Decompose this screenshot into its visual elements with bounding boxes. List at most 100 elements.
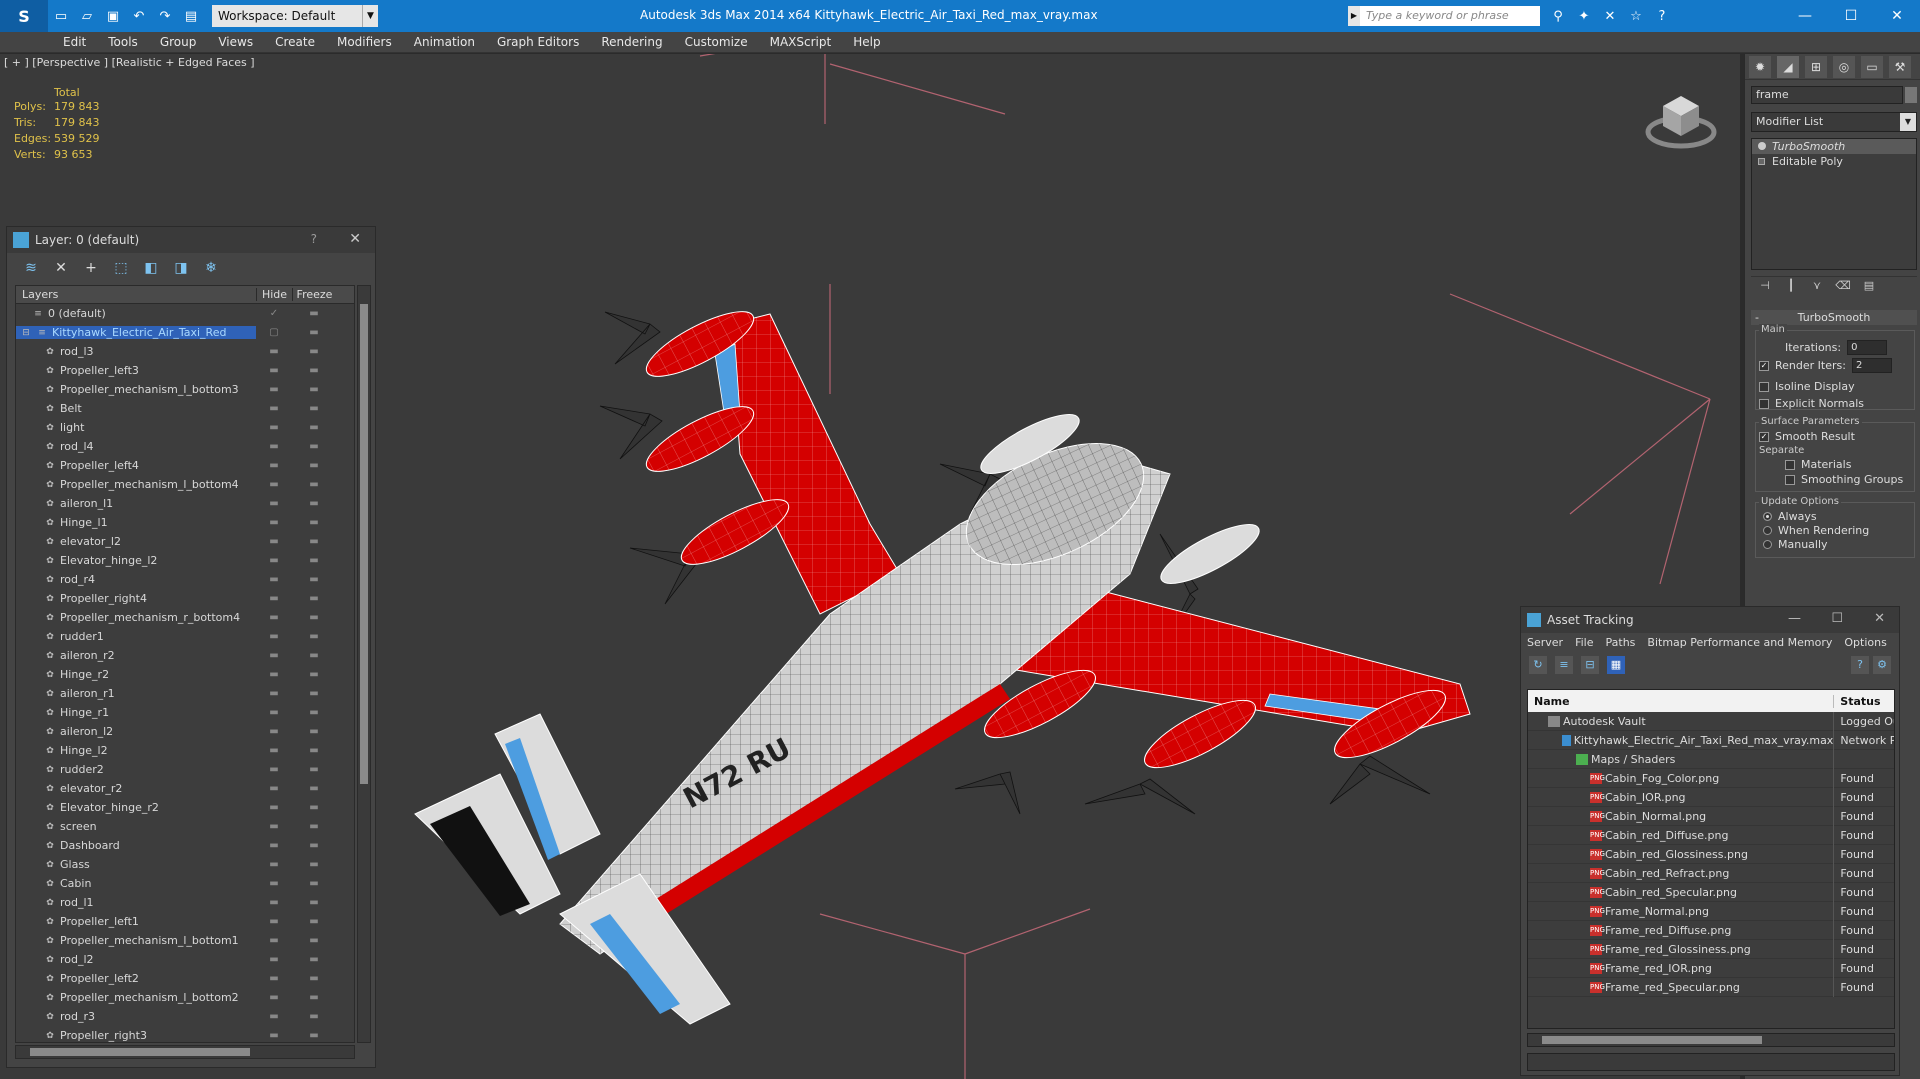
hide-toggle[interactable]: ▬ (256, 992, 292, 1003)
smoothing-groups-row[interactable]: Smoothing Groups (1785, 473, 1903, 486)
layer-object-row[interactable]: ✿ light ▬ ▬ (16, 418, 354, 437)
column-name[interactable]: Name (1528, 694, 1835, 708)
freeze-toggle[interactable]: ▬ (292, 935, 336, 946)
hide-toggle[interactable]: ▬ (256, 954, 292, 965)
manually-radio[interactable] (1763, 540, 1772, 549)
hide-toggle[interactable]: ▬ (256, 460, 292, 471)
asset-row[interactable]: PNG Cabin_red_Refract.png Found (1528, 863, 1894, 883)
menu-rendering[interactable]: Rendering (590, 32, 673, 53)
freeze-toggle[interactable]: ▬ (292, 365, 336, 376)
scroll-thumb[interactable] (360, 304, 368, 784)
freeze-toggle[interactable]: ▬ (292, 479, 336, 490)
layer-object-row[interactable]: ✿ Propeller_mechanism_l_bottom3 ▬ ▬ (16, 380, 354, 399)
smooth-result-row[interactable]: ✓ Smooth Result (1759, 430, 1855, 443)
layer-object-row[interactable]: ✿ rod_l2 ▬ ▬ (16, 950, 354, 969)
layer-row-selected[interactable]: ⊟ ≡ Kittyhawk_Electric_Air_Taxi_Red ▢ ▬ (16, 323, 354, 342)
modifier-stack[interactable]: TurboSmooth Editable Poly (1751, 138, 1917, 270)
object-name-field[interactable]: frame (1751, 86, 1903, 104)
layer-object-row[interactable]: ✿ Elevator_hinge_r2 ▬ ▬ (16, 798, 354, 817)
remove-modifier-icon[interactable]: ⌫ (1835, 279, 1851, 295)
asset-row[interactable]: PNG Cabin_Normal.png Found (1528, 806, 1894, 826)
horizontal-scrollbar[interactable] (1527, 1033, 1895, 1047)
hide-toggle[interactable]: ▬ (256, 384, 292, 395)
settings-icon[interactable]: ⚙ (1873, 656, 1891, 674)
menu-graph-editors[interactable]: Graph Editors (486, 32, 590, 53)
refresh-icon[interactable]: ↻ (1529, 656, 1547, 674)
minimize-icon[interactable]: — (1788, 611, 1801, 626)
column-status[interactable]: Status (1834, 695, 1894, 708)
search-expand-icon[interactable]: ▶ (1348, 6, 1360, 26)
help-button[interactable]: ? (311, 232, 317, 246)
layer-object-row[interactable]: ✿ Propeller_mechanism_l_bottom4 ▬ ▬ (16, 475, 354, 494)
layer-object-row[interactable]: ✿ Hinge_r2 ▬ ▬ (16, 665, 354, 684)
app-logo-icon[interactable]: S (0, 0, 48, 32)
scroll-thumb[interactable] (1542, 1036, 1762, 1044)
layer-object-row[interactable]: ✿ rod_l4 ▬ ▬ (16, 437, 354, 456)
asset-row[interactable]: PNG Cabin_red_Diffuse.png Found (1528, 825, 1894, 845)
utilities-tab-icon[interactable]: ⚒ (1889, 55, 1911, 78)
maximize-button[interactable]: ☐ (1828, 0, 1874, 32)
materials-row[interactable]: Materials (1785, 458, 1851, 471)
hide-toggle[interactable]: ▬ (256, 574, 292, 585)
isoline-checkbox[interactable] (1759, 381, 1769, 392)
iterations-spinner[interactable]: 0 (1847, 340, 1888, 355)
freeze-toggle[interactable]: ▬ (292, 308, 336, 319)
modifier-list-dropdown[interactable]: Modifier List ▼ (1751, 112, 1917, 132)
asset-row[interactable]: PNG Cabin_red_Glossiness.png Found (1528, 844, 1894, 864)
freeze-toggle[interactable]: ▬ (292, 802, 336, 813)
freeze-toggle[interactable]: ▬ (292, 973, 336, 984)
freeze-toggle[interactable]: ▬ (292, 536, 336, 547)
layer-object-row[interactable]: ✿ elevator_l2 ▬ ▬ (16, 532, 354, 551)
hide-toggle[interactable]: ▬ (256, 859, 292, 870)
layer-object-row[interactable]: ✿ Elevator_hinge_l2 ▬ ▬ (16, 551, 354, 570)
layer-object-row[interactable]: ✿ Propeller_left3 ▬ ▬ (16, 361, 354, 380)
layer-object-row[interactable]: ✿ Propeller_left4 ▬ ▬ (16, 456, 354, 475)
layer-object-row[interactable]: ✿ Propeller_mechanism_r_bottom4 ▬ ▬ (16, 608, 354, 627)
layer-object-row[interactable]: ✿ Propeller_mechanism_l_bottom1 ▬ ▬ (16, 931, 354, 950)
freeze-toggle[interactable]: ▬ (292, 916, 336, 927)
stack-item-editable-poly[interactable]: Editable Poly (1752, 154, 1916, 169)
layer-object-row[interactable]: ✿ Propeller_right4 ▬ ▬ (16, 589, 354, 608)
stack-item-turbosmooth[interactable]: TurboSmooth (1752, 139, 1916, 154)
binoculars-icon[interactable]: ⚲ (1547, 5, 1569, 27)
explicit-normals-checkbox[interactable] (1759, 398, 1769, 409)
hide-toggle[interactable]: ▬ (256, 650, 292, 661)
isoline-row[interactable]: Isoline Display (1759, 380, 1855, 393)
freeze-toggle[interactable]: ▬ (292, 1011, 336, 1022)
pin-stack-icon[interactable]: ⊣ (1757, 279, 1773, 295)
hide-toggle[interactable]: ▬ (256, 536, 292, 547)
hide-toggle[interactable]: ▬ (256, 365, 292, 376)
hide-toggle[interactable]: ▬ (256, 840, 292, 851)
freeze-toggle[interactable]: ▬ (292, 422, 336, 433)
asset-row[interactable]: Maps / Shaders (1528, 749, 1894, 769)
asset-table[interactable]: Name Status Autodesk Vault Logged Ou Kitty… (1527, 689, 1895, 1029)
menu-customize[interactable]: Customize (674, 32, 759, 53)
freeze-toggle[interactable]: ▬ (292, 688, 336, 699)
maximize-icon[interactable]: ☐ (1831, 611, 1843, 626)
menu-group[interactable]: Group (149, 32, 208, 53)
help-icon[interactable]: ? (1851, 656, 1869, 674)
hide-toggle[interactable]: ✓ (256, 308, 292, 319)
hide-toggle[interactable]: ▬ (256, 612, 292, 623)
freeze-toggle[interactable]: ▬ (292, 384, 336, 395)
freeze-toggle[interactable]: ▬ (292, 650, 336, 661)
always-row[interactable]: Always (1763, 510, 1817, 523)
turbosmooth-rollout-header[interactable]: - TurboSmooth (1751, 310, 1917, 325)
project-folder-icon[interactable]: ▤ (180, 5, 202, 27)
freeze-toggle[interactable]: ▬ (292, 859, 336, 870)
configure-modifier-sets-icon[interactable]: ▤ (1861, 279, 1877, 295)
lightbulb-icon[interactable] (1758, 142, 1766, 150)
freeze-toggle[interactable]: ▬ (292, 726, 336, 737)
hide-toggle[interactable]: ▬ (256, 783, 292, 794)
new-file-icon[interactable]: ▭ (50, 5, 72, 27)
highlight-layer-icon[interactable]: ◧ (141, 258, 161, 278)
freeze-toggle[interactable]: ▬ (292, 555, 336, 566)
hide-toggle[interactable]: ▬ (256, 916, 292, 927)
column-freeze[interactable]: Freeze (292, 288, 336, 301)
freeze-toggle[interactable]: ▬ (292, 498, 336, 509)
freeze-toggle[interactable]: ▬ (292, 897, 336, 908)
column-hide[interactable]: Hide (256, 288, 292, 301)
freeze-toggle[interactable]: ▬ (292, 669, 336, 680)
tree-view-icon[interactable]: ⊟ (1581, 656, 1599, 674)
list-view-icon[interactable]: ≡ (1555, 656, 1573, 674)
